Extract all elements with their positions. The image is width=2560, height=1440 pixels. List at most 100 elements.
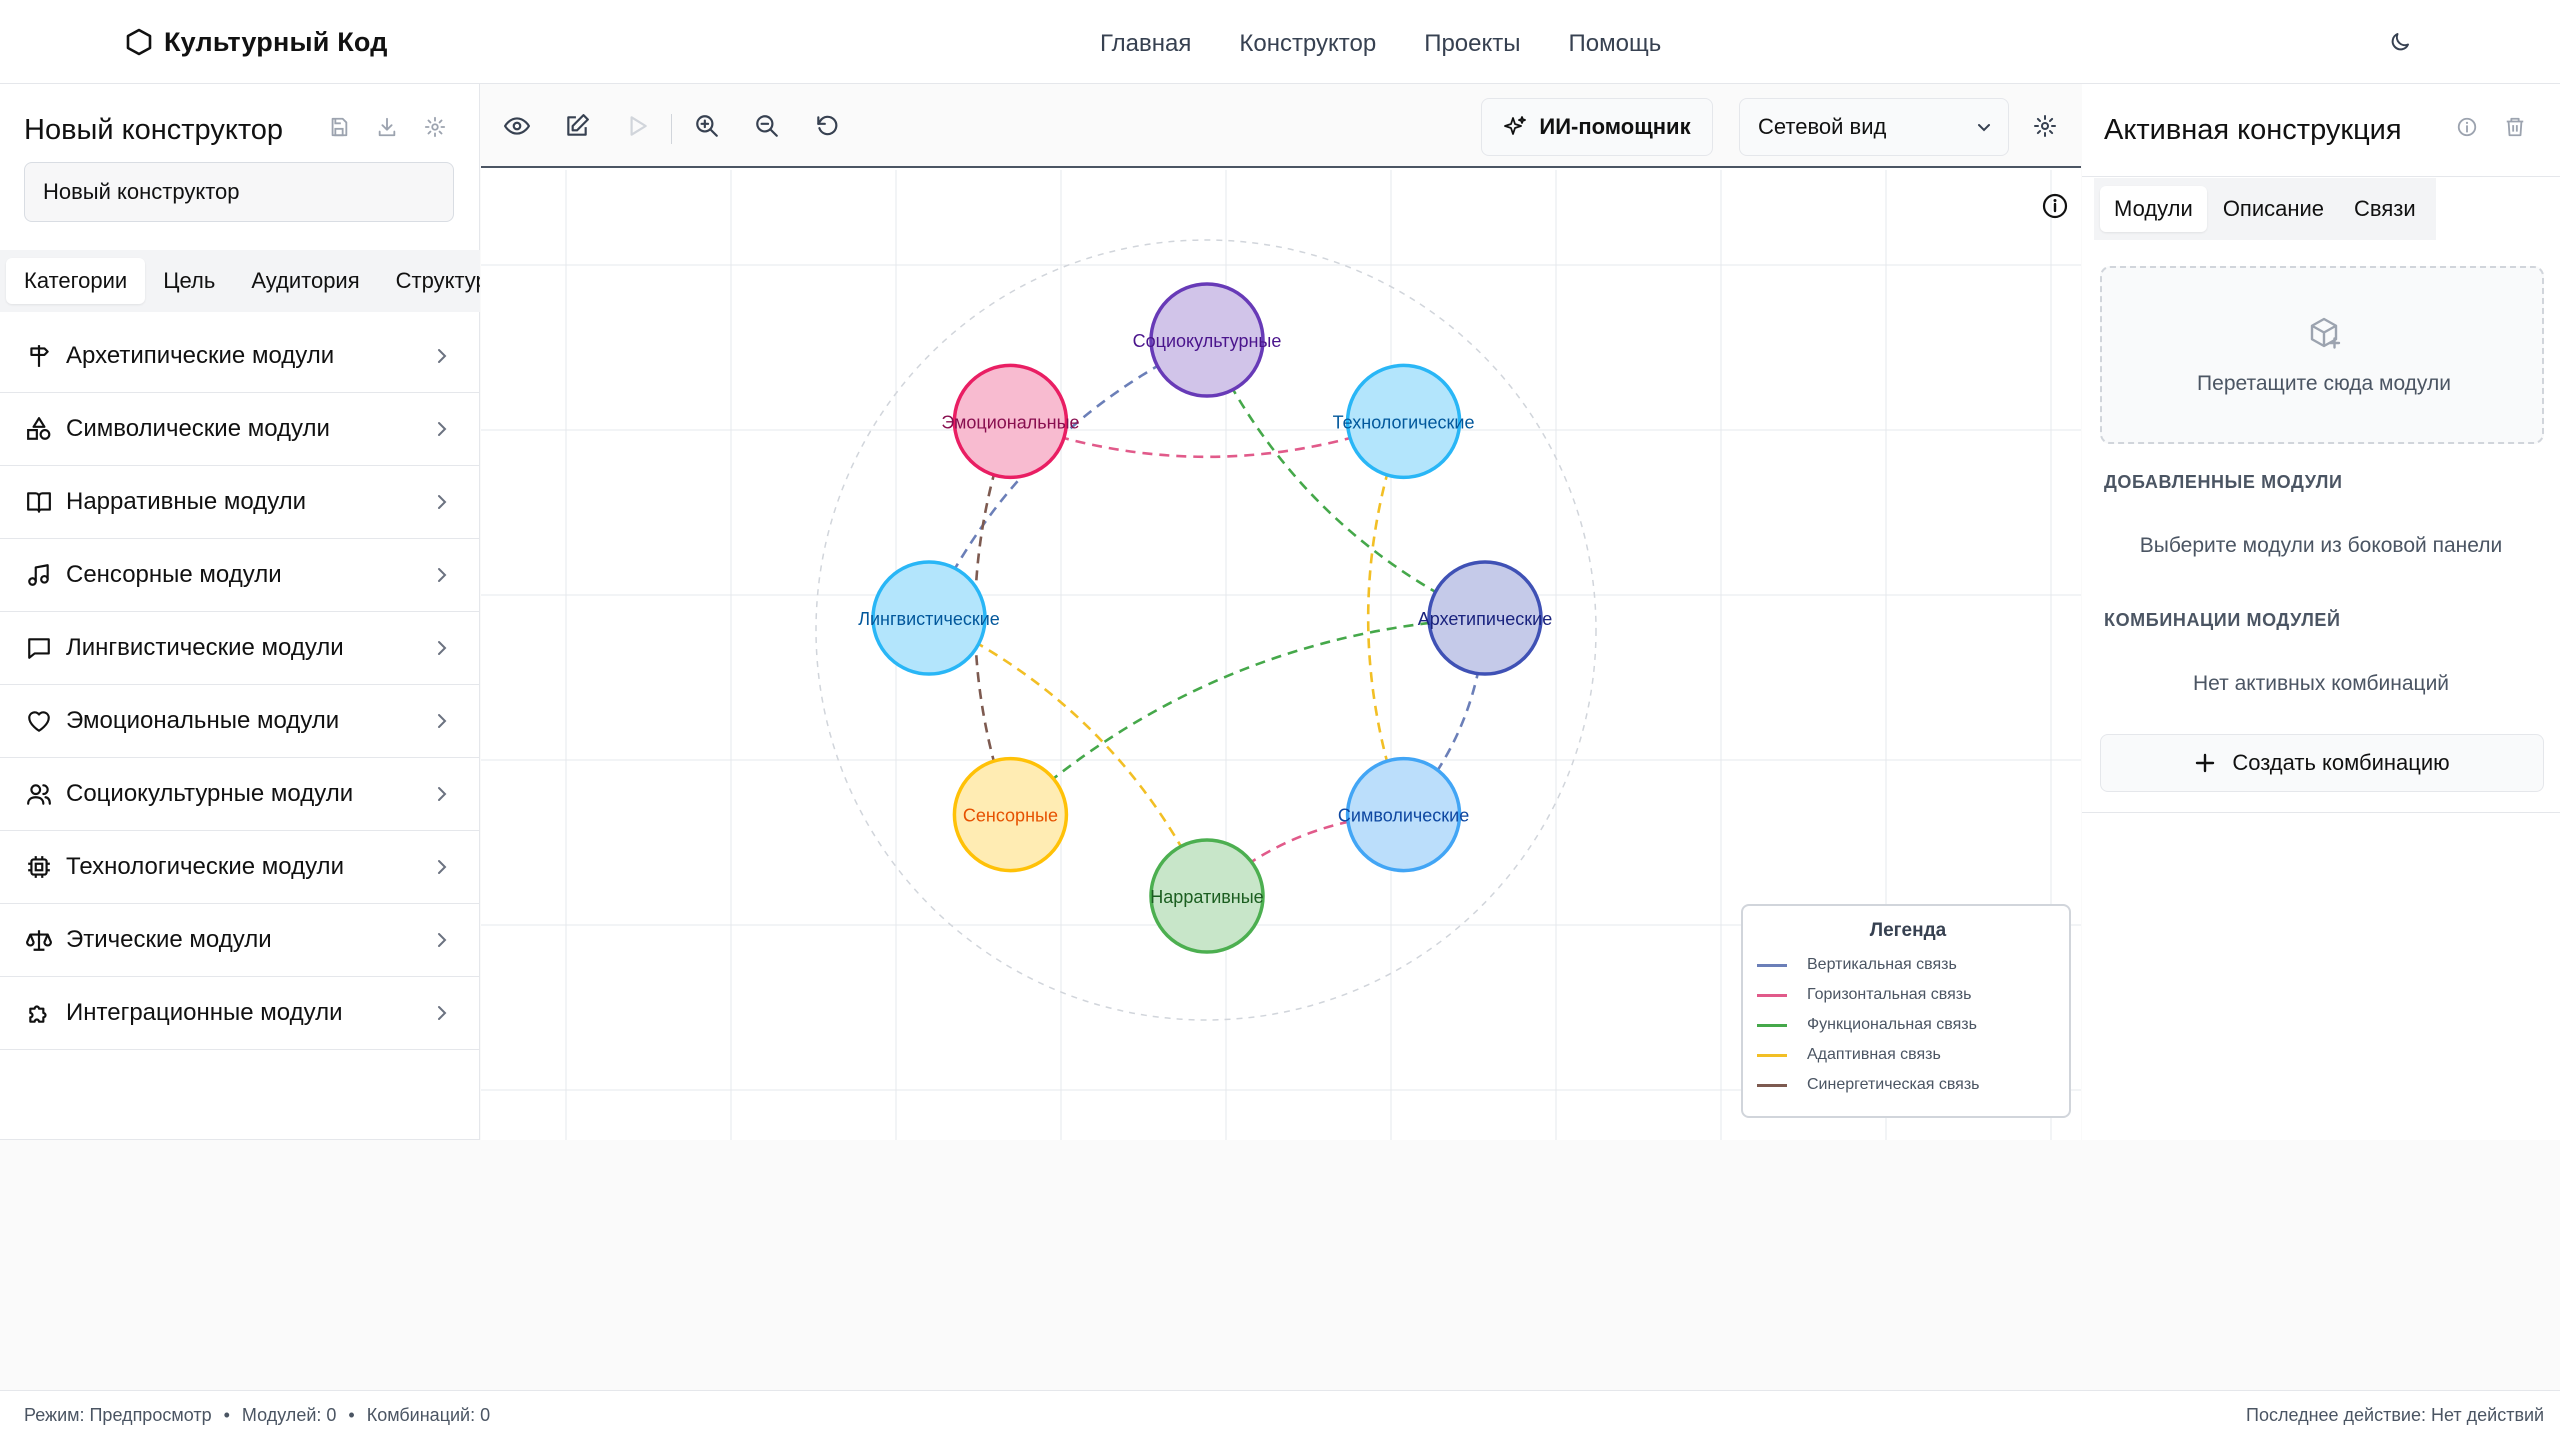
- module-category-archetypal[interactable]: Архетипические модули: [0, 320, 480, 393]
- graph-node-socio[interactable]: Социокультурные: [1133, 282, 1282, 398]
- module-category-symbolic[interactable]: Символические модули: [0, 393, 480, 466]
- gear-icon: [2034, 115, 2056, 137]
- dropzone-text: Перетащите сюда модули: [2197, 372, 2451, 395]
- legend-label: Синергетическая связь: [1807, 1076, 1980, 1093]
- gear-icon: [424, 116, 446, 138]
- module-category-integration[interactable]: Интеграционные модули: [0, 977, 480, 1050]
- node-label: Архетипические: [1418, 609, 1552, 629]
- graph-legend: Легенда Вертикальная связь Горизонтальна…: [1741, 904, 2071, 1118]
- active-construction-panel: Активная конструкция Модули Описание Свя…: [2082, 84, 2560, 1140]
- nav-projects[interactable]: Проекты: [1424, 30, 1520, 58]
- ai-assistant-button[interactable]: ИИ-помощник: [1481, 98, 1713, 156]
- zoom-out-button[interactable]: [751, 110, 783, 142]
- shapes-icon: [24, 414, 54, 444]
- module-category-label: Нарративные модули: [66, 488, 307, 515]
- delete-button[interactable]: [2502, 114, 2528, 140]
- info-icon: [2457, 117, 2477, 137]
- create-combination-button[interactable]: Создать комбинацию: [2100, 734, 2544, 792]
- message-square-icon: [24, 633, 54, 663]
- settings-button[interactable]: [422, 114, 448, 140]
- download-icon: [378, 117, 396, 137]
- module-dropzone[interactable]: Перетащите сюда модули: [2100, 266, 2544, 444]
- tab-goal[interactable]: Цель: [145, 258, 233, 304]
- info-icon[interactable]: [2041, 192, 2069, 220]
- node-label: Эмоциональные: [941, 412, 1079, 432]
- panel-actions: [2454, 114, 2528, 140]
- legend-swatch: [1757, 1053, 1787, 1057]
- nav-help[interactable]: Помощь: [1569, 30, 1662, 58]
- chevron-right-icon: [438, 495, 447, 509]
- play-button[interactable]: [621, 110, 653, 142]
- graph-node-narr[interactable]: Нарративные: [1149, 838, 1265, 954]
- added-modules-empty: Выберите модули из боковой панели: [2139, 534, 2503, 557]
- zoom-out-icon: [756, 115, 778, 137]
- plus-icon: [2196, 753, 2215, 773]
- main-nav: Главная Конструктор Проекты Помощь: [1100, 24, 1661, 64]
- graph-node-symb[interactable]: Символические: [1338, 756, 1469, 873]
- theme-toggle-button[interactable]: [2380, 22, 2420, 62]
- tab-modules[interactable]: Модули: [2100, 186, 2207, 232]
- reset-view-button[interactable]: [811, 110, 843, 142]
- save-icon: [331, 117, 348, 137]
- status-module-count: Модулей: 0: [241, 1405, 337, 1425]
- status-combination-count: Комбинаций: 0: [366, 1405, 491, 1425]
- chevron-right-icon: [438, 1006, 447, 1020]
- chevron-right-icon: [438, 860, 447, 874]
- module-category-label: Лингвистические модули: [66, 634, 344, 661]
- puzzle-icon: [24, 998, 54, 1028]
- create-combination-label: Создать комбинацию: [2232, 750, 2450, 775]
- module-category-technological[interactable]: Технологические модули: [0, 831, 480, 904]
- download-button[interactable]: [374, 114, 400, 140]
- node-label: Социокультурные: [1133, 331, 1282, 351]
- preview-button[interactable]: [501, 110, 533, 142]
- legend-label: Горизонтальная связь: [1807, 986, 1972, 1003]
- zoom-in-button[interactable]: [691, 110, 723, 142]
- nav-home[interactable]: Главная: [1100, 30, 1191, 58]
- tab-links[interactable]: Связи: [2340, 186, 2430, 232]
- legend-item-functional: Функциональная связь: [1757, 1014, 1977, 1036]
- canvas-toolbar: ИИ-помощник Сетевой вид: [481, 84, 2081, 168]
- module-category-label: Эмоциональные модули: [66, 707, 340, 734]
- signpost-icon: [24, 341, 54, 371]
- graph-link-adaptive: [1366, 420, 1405, 816]
- graph-node-ling[interactable]: Лингвистические: [858, 560, 1000, 676]
- save-button[interactable]: [326, 114, 352, 140]
- chevron-right-icon: [438, 349, 447, 363]
- tab-audience[interactable]: Аудитория: [233, 258, 377, 304]
- legend-swatch: [1757, 1023, 1787, 1027]
- legend-item-adaptive: Адаптивная связь: [1757, 1044, 1941, 1066]
- module-category-emotional[interactable]: Эмоциональные модули: [0, 685, 480, 758]
- chevron-right-icon: [438, 641, 447, 655]
- tab-structure[interactable]: Структура: [378, 258, 480, 304]
- legend-label: Вертикальная связь: [1807, 956, 1957, 973]
- module-category-label: Символические модули: [66, 415, 330, 442]
- combinations-empty: Нет активных комбинаций: [2192, 672, 2450, 695]
- tab-description[interactable]: Описание: [2209, 186, 2338, 232]
- module-category-sociocultural[interactable]: Социокультурные модули: [0, 758, 480, 831]
- users-icon: [24, 779, 54, 809]
- brand[interactable]: Культурный Код: [126, 24, 388, 60]
- module-category-sensory[interactable]: Сенсорные модули: [0, 539, 480, 612]
- panel-title: Активная конструкция: [2104, 114, 2402, 146]
- status-last-action: Последнее действие: Нет действий: [2246, 1405, 2545, 1425]
- panel-info-button[interactable]: [2454, 114, 2480, 140]
- canvas-settings-button[interactable]: [2029, 110, 2061, 142]
- module-category-label: Этические модули: [66, 926, 272, 953]
- graph-node-arch[interactable]: Архетипические: [1418, 560, 1552, 676]
- graph-node-tech[interactable]: Технологические: [1333, 363, 1475, 480]
- panel-bottom-divider: [2082, 812, 2560, 813]
- graph-node-emo[interactable]: Эмоциональные: [941, 363, 1080, 480]
- graph-node-sens[interactable]: Сенсорные: [952, 756, 1069, 873]
- nav-constructor[interactable]: Конструктор: [1239, 30, 1376, 58]
- module-category-narrative[interactable]: Нарративные модули: [0, 466, 480, 539]
- view-mode-select[interactable]: Сетевой вид: [1739, 98, 2009, 156]
- chevron-down-icon: [1978, 124, 1990, 132]
- module-category-label: Архетипические модули: [66, 342, 335, 369]
- edit-button[interactable]: [561, 110, 593, 142]
- module-category-ethical[interactable]: Этические модули: [0, 904, 480, 977]
- module-category-linguistic[interactable]: Лингвистические модули: [0, 612, 480, 685]
- status-left: Режим: Предпросмотр • Модулей: 0 • Комби…: [24, 1405, 490, 1426]
- tab-categories[interactable]: Категории: [6, 258, 146, 304]
- scale-icon: [24, 925, 54, 955]
- constructor-name-input[interactable]: [24, 162, 454, 222]
